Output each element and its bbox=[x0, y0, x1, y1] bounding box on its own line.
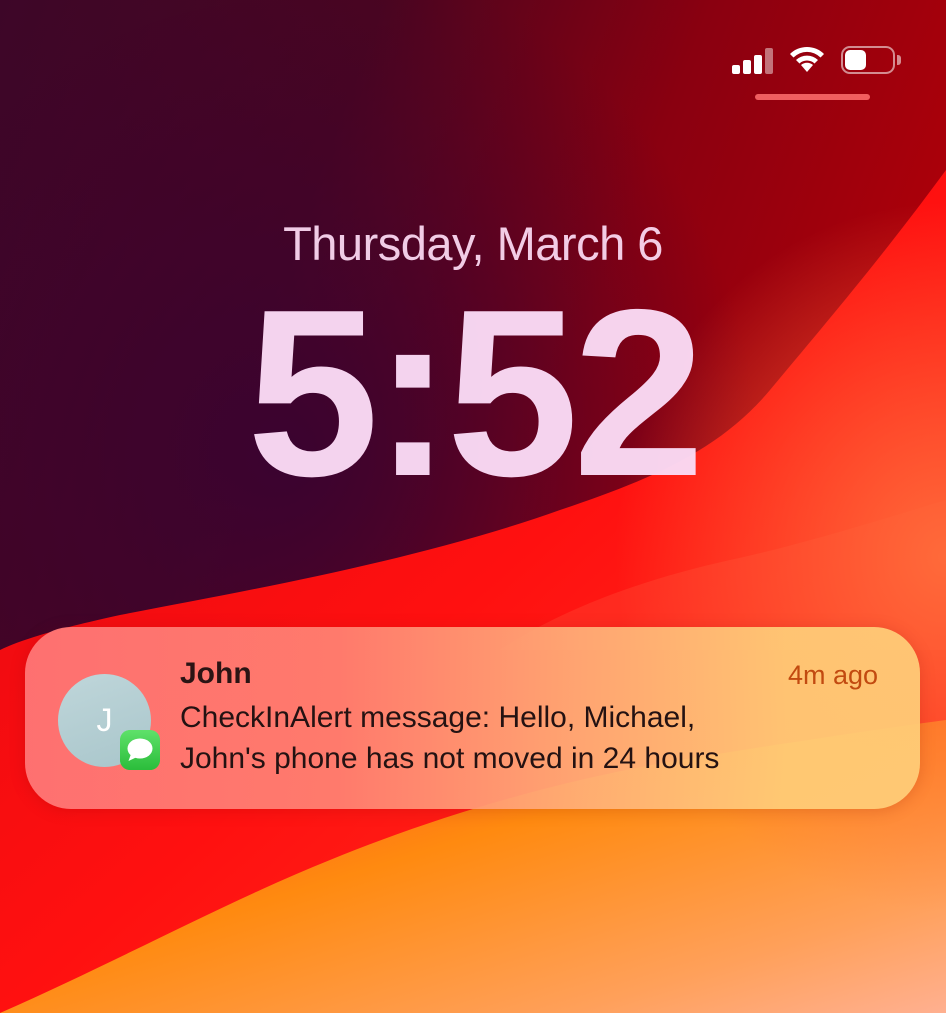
notification-sender: John bbox=[180, 657, 252, 690]
battery-icon bbox=[841, 46, 903, 76]
cellular-signal-icon bbox=[732, 48, 776, 74]
status-indicator-bar bbox=[755, 94, 870, 100]
notification-timestamp: 4m ago bbox=[787, 660, 878, 690]
lock-screen: Thursday, March 6 5:52 J John 4m ago Che… bbox=[0, 0, 946, 1013]
wifi-icon bbox=[790, 46, 824, 72]
notification-message: CheckInAlert message: Hello, Michael, Jo… bbox=[180, 697, 880, 779]
message-notification[interactable]: J John 4m ago CheckInAlert message: Hell… bbox=[25, 627, 920, 809]
messages-icon bbox=[120, 730, 160, 770]
battery-level bbox=[845, 50, 866, 70]
status-bar bbox=[0, 0, 946, 110]
battery-tip bbox=[897, 55, 901, 65]
message-line: John's phone has not moved in 24 hours bbox=[180, 742, 720, 775]
message-line: CheckInAlert message: Hello, Michael, bbox=[180, 701, 696, 734]
lock-screen-time: 5:52 bbox=[246, 261, 705, 526]
